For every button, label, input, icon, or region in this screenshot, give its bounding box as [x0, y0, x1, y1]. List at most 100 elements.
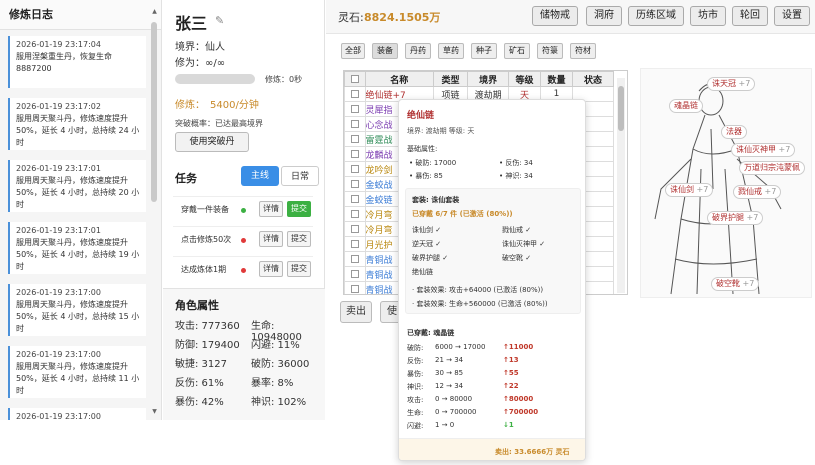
task-detail-button[interactable]: 详情: [259, 231, 283, 247]
equipment-slot-tag[interactable]: 破空靴 +7: [711, 277, 760, 291]
select-all-checkbox[interactable]: [344, 71, 366, 87]
row-checkbox[interactable]: [344, 266, 366, 282]
filter-tab[interactable]: 矿石: [504, 43, 530, 59]
filter-tab[interactable]: 丹药: [405, 43, 431, 59]
equipment-slot-plus: +7: [696, 185, 709, 194]
log-text: 服用涅槃重生丹，恢复生命 8887200: [16, 52, 112, 73]
tab-daily-quest[interactable]: 日常: [281, 166, 319, 186]
row-checkbox[interactable]: [344, 131, 366, 147]
equipment-slot-name: 魂晶链: [674, 101, 698, 110]
realm-text: 境界：仙人: [175, 42, 225, 53]
tab-main-quest[interactable]: 主线: [241, 166, 279, 186]
task-status-dot-icon: [241, 208, 246, 213]
character-name: 张三: [175, 14, 208, 33]
tooltip-set-title: 套装: 诛仙套装: [412, 196, 460, 204]
equipment-slot-name: 法器: [726, 127, 742, 136]
col-level: 等级: [508, 71, 542, 87]
row-checkbox[interactable]: [344, 101, 366, 117]
attributes-title: 角色属性: [175, 299, 219, 312]
row-checkbox[interactable]: [344, 206, 366, 222]
task-submit-button[interactable]: 提交: [287, 261, 311, 277]
tooltip-set-box: 套装: 诛仙套装 已穿戴 6/7 件 (已激活 (80%)) 诛仙剑 ✓ 戮仙戒…: [405, 188, 581, 314]
log-text: 服用周天聚斗丹，修炼速度提升50%，延长 4 小时，总持续 15 小时: [16, 300, 140, 333]
equipment-slot-tag[interactable]: 诛仙灭神甲 +7: [731, 143, 796, 157]
row-checkbox[interactable]: [344, 191, 366, 207]
compare-value: 0 → 80000: [435, 395, 473, 403]
set-part-0: 诛仙剑 ✓: [412, 226, 442, 234]
log-list[interactable]: 2026-01-19 23:17:04 服用涅槃重生丹，恢复生命 8887200 2…: [8, 36, 146, 420]
row-checkbox[interactable]: [344, 281, 366, 294]
attribute-value: 神识: 102%: [251, 397, 307, 408]
breakthrough-button[interactable]: 使用突破丹: [175, 132, 249, 152]
equipment-slot-name: 诛天冠: [712, 79, 736, 88]
log-text: 服用周天聚斗丹，修炼速度提升50%，延长 4 小时，总持续 24 小时: [16, 114, 140, 147]
col-type: 类型: [432, 71, 469, 87]
row-checkbox[interactable]: [344, 146, 366, 162]
log-entry: 2026-01-19 23:17:04 服用涅槃重生丹，恢复生命 8887200: [8, 36, 146, 88]
tooltip-base-2: • 暴伤: 85: [409, 172, 443, 180]
filter-tab[interactable]: 符材: [570, 43, 596, 59]
log-text: 服用周天聚斗丹，修炼速度提升50%，延长 4 小时，总持续 11 小时: [16, 362, 140, 395]
equipment-slot-tag[interactable]: 诛天冠 +7: [707, 77, 756, 91]
col-realm: 境界: [467, 71, 510, 87]
equipment-slot-name: 戮仙戒: [738, 187, 762, 196]
log-time: 2026-01-19 23:17:04: [16, 40, 101, 49]
row-checkbox[interactable]: [344, 116, 366, 132]
filter-tab[interactable]: 种子: [471, 43, 497, 59]
nav-button[interactable]: 历练区域: [628, 6, 684, 26]
log-scroll-thumb[interactable]: [151, 22, 157, 202]
compare-delta: ↑55: [503, 369, 519, 377]
log-time: 2026-01-19 23:17:02: [16, 102, 101, 111]
tooltip-set-count: 已穿戴 6/7 件 (已激活 (80%)): [412, 210, 513, 218]
nav-button[interactable]: 储物戒: [532, 6, 578, 26]
nav-button[interactable]: 坊市: [690, 6, 726, 26]
filter-tab[interactable]: 全部: [341, 43, 365, 59]
set-effect-2: · 套装效果: 生命+560000 (已激活 (80%)): [412, 300, 548, 308]
equipment-slot-tag[interactable]: 诛仙剑 +7: [665, 183, 714, 197]
equipment-slot-tag[interactable]: 戮仙戒 +7: [733, 185, 782, 199]
task-status-dot-icon: [241, 238, 246, 243]
col-qty: 数量: [540, 71, 573, 87]
row-checkbox[interactable]: [344, 161, 366, 177]
task-submit-button[interactable]: 提交: [287, 231, 311, 247]
equipment-slot-tag[interactable]: 法器: [721, 125, 747, 139]
filter-tab[interactable]: 符箓: [537, 43, 563, 59]
log-time: 2026-01-19 23:17:00: [16, 412, 101, 420]
task-detail-button[interactable]: 详情: [259, 201, 283, 217]
compare-key: 反伤:: [407, 357, 424, 365]
equipment-slot-tag[interactable]: 魂晶链: [669, 99, 703, 113]
task-detail-button[interactable]: 详情: [259, 261, 283, 277]
tooltip-base-title: 基础属性:: [407, 145, 438, 153]
sell-button[interactable]: 卖出: [340, 301, 372, 323]
compare-value: 1 → 0: [435, 421, 455, 429]
nav-button[interactable]: 设置: [774, 6, 810, 26]
equipment-slot-name: 破界护腿: [712, 213, 744, 222]
row-checkbox[interactable]: [344, 86, 366, 102]
filter-tab[interactable]: 草药: [438, 43, 464, 59]
set-part-3: 诛仙灭神甲 ✓: [502, 240, 546, 248]
nav-button[interactable]: 洞府: [586, 6, 622, 26]
log-entry: 2026-01-19 23:17:00 服用周天聚斗丹，修炼速度提升50%，延长 …: [8, 284, 146, 336]
set-effect-1: · 套装效果: 攻击+64000 (已激活 (80%)): [412, 286, 544, 294]
edit-icon[interactable]: ✎: [215, 14, 224, 27]
log-text: 服用周天聚斗丹，修炼速度提升50%，延长 4 小时，总持续 19 小时: [16, 238, 140, 271]
cultivation-progress-bar: [175, 74, 255, 84]
log-entry: 2026-01-19 23:17:02 服用周天聚斗丹，修炼速度提升50%，延长 …: [8, 98, 146, 150]
equipment-slot-tag[interactable]: 万道归宗沌蒙佩: [739, 161, 805, 175]
row-checkbox[interactable]: [344, 221, 366, 237]
speed-label: 修炼：: [175, 100, 205, 111]
compare-value: 0 → 700000: [435, 408, 477, 416]
filter-tab[interactable]: 装备: [372, 43, 398, 59]
row-checkbox[interactable]: [344, 236, 366, 252]
inventory-scrollbar[interactable]: [617, 78, 625, 293]
task-item: 达成炼体1期 详情 提交: [173, 256, 313, 282]
compare-value: 6000 → 17000: [435, 343, 486, 351]
equipment-slot-tag[interactable]: 破界护腿 +7: [707, 211, 764, 225]
log-scrollbar[interactable]: ▲ ▼: [151, 8, 159, 418]
row-checkbox[interactable]: [344, 251, 366, 267]
task-submit-button[interactable]: 提交: [287, 201, 311, 217]
scroll-down-icon[interactable]: ▼: [151, 408, 158, 415]
row-checkbox[interactable]: [344, 176, 366, 192]
compare-delta: ↑80000: [503, 395, 534, 403]
nav-button[interactable]: 轮回: [732, 6, 768, 26]
